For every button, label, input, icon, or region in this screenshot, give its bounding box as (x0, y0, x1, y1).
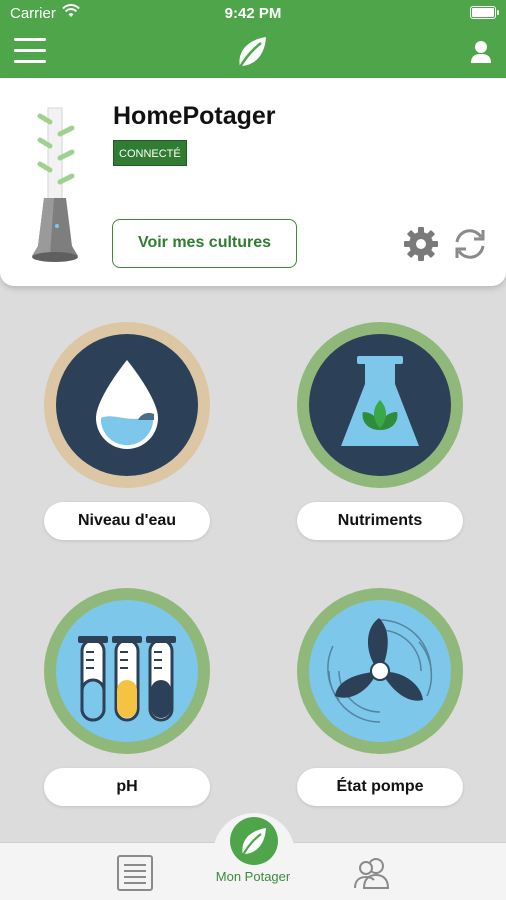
users-icon[interactable] (352, 856, 392, 890)
tab-bar: Mon Potager (0, 813, 506, 900)
refresh-icon[interactable] (452, 226, 488, 262)
battery-icon (470, 6, 499, 19)
clock-time: 9:42 PM (224, 5, 282, 22)
ph-label[interactable]: pH (44, 768, 210, 806)
fan-icon (327, 618, 433, 723)
garden-tower-image (32, 107, 78, 262)
test-tubes-icon (78, 636, 176, 722)
water-level-label[interactable]: Niveau d'eau (44, 502, 210, 540)
ph-button[interactable] (44, 588, 210, 754)
pump-state-button[interactable] (297, 588, 463, 754)
device-card: HomePotager CONNECTÉ Voir mes cultures (0, 78, 506, 286)
pump-state-label[interactable]: État pompe (297, 768, 463, 806)
nav-bar (0, 26, 506, 78)
flask-leaves-icon (341, 356, 419, 446)
device-name: HomePotager (113, 102, 276, 130)
water-level-button[interactable] (44, 322, 210, 488)
tab-mon-potager[interactable] (230, 817, 278, 865)
status-badge: CONNECTÉ (113, 140, 187, 166)
status-bar: Carrier 9:42 PM (0, 0, 506, 26)
leaf-logo-icon (241, 828, 266, 858)
list-icon[interactable] (116, 854, 154, 892)
tab-mon-potager-label[interactable]: Mon Potager (0, 869, 506, 884)
nutrients-button[interactable] (297, 322, 463, 488)
water-drop-icon (96, 360, 158, 449)
hamburger-menu-icon[interactable] (14, 38, 46, 64)
nutrients-label[interactable]: Nutriments (297, 502, 463, 540)
view-cultures-button[interactable]: Voir mes cultures (112, 219, 297, 268)
leaf-logo-icon (237, 37, 266, 70)
gear-icon[interactable] (403, 226, 439, 262)
user-profile-icon[interactable] (470, 40, 492, 64)
